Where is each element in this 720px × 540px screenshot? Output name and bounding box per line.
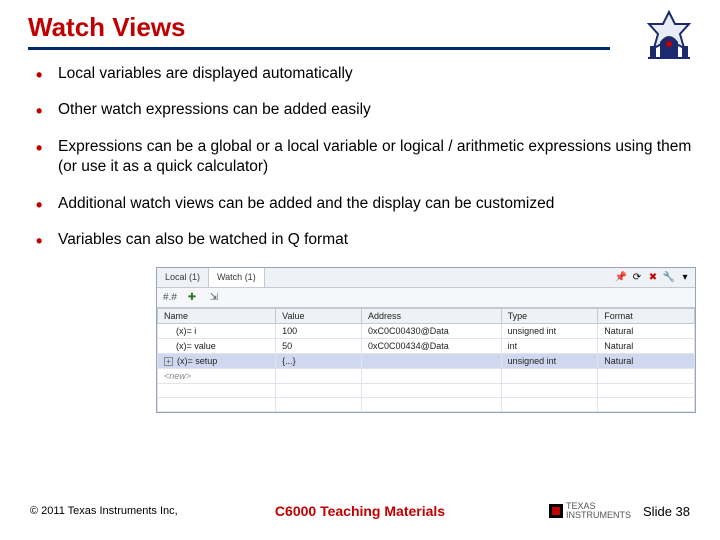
bullet-item: Other watch expressions can be added eas… — [36, 100, 692, 120]
cell-format[interactable]: Natural — [598, 323, 695, 338]
title-rule — [28, 47, 610, 50]
tab-local[interactable]: Local (1) — [157, 268, 209, 287]
table-row[interactable]: <new> — [158, 368, 695, 383]
col-name[interactable]: Name — [158, 308, 276, 323]
brand-line-2: INSTRUMENTS — [566, 511, 631, 520]
cell-type: unsigned int — [501, 323, 598, 338]
watch-panel: Local (1) Watch (1) 📌 ⟳ ✖ 🔧 ▾ #.# ✚ ⇲ Na… — [156, 267, 696, 413]
table-row[interactable]: +(x)= setup {...} unsigned int Natural — [158, 353, 695, 368]
tab-watch[interactable]: Watch (1) — [209, 268, 265, 287]
table-row[interactable]: (x)= value 50 0xC0C00434@Data int Natura… — [158, 338, 695, 353]
cell-format[interactable]: Natural — [598, 353, 695, 368]
refresh-icon[interactable]: ⟳ — [631, 271, 643, 283]
cell-name[interactable]: (x)= i — [158, 323, 276, 338]
cell-value[interactable]: 50 — [276, 338, 362, 353]
bullet-item: Additional watch views can be added and … — [36, 194, 692, 214]
cell-value[interactable]: {...} — [276, 353, 362, 368]
slide-footer: © 2011 Texas Instruments Inc, C6000 Teac… — [0, 502, 720, 520]
collapse-icon[interactable]: ⇲ — [207, 290, 221, 304]
cell-address: 0xC0C00430@Data — [362, 323, 502, 338]
table-row — [158, 397, 695, 411]
cell-format[interactable] — [598, 368, 695, 383]
university-logo — [640, 6, 698, 69]
cell-address: 0xC0C00434@Data — [362, 338, 502, 353]
table-header-row: Name Value Address Type Format — [158, 308, 695, 323]
add-icon[interactable]: ✚ — [185, 290, 199, 304]
format-icon[interactable]: #.# — [163, 290, 177, 304]
expand-icon[interactable]: + — [164, 357, 173, 366]
cell-name[interactable]: (x)= value — [158, 338, 276, 353]
col-type[interactable]: Type — [501, 308, 598, 323]
slide-number: Slide 38 — [643, 504, 690, 519]
copyright: © 2011 Texas Instruments Inc, — [30, 505, 178, 517]
watch-table: Name Value Address Type Format (x)= i 10… — [157, 308, 695, 412]
cell-name[interactable]: +(x)= setup — [158, 353, 276, 368]
table-row — [158, 383, 695, 397]
table-row[interactable]: (x)= i 100 0xC0C00430@Data unsigned int … — [158, 323, 695, 338]
panel-tabs: Local (1) Watch (1) 📌 ⟳ ✖ 🔧 ▾ — [157, 268, 695, 288]
cell-address — [362, 368, 502, 383]
bullet-item: Variables can also be watched in Q forma… — [36, 230, 692, 250]
slide-title: Watch Views — [28, 12, 692, 43]
panel-toolbar: #.# ✚ ⇲ — [157, 288, 695, 308]
cell-type: unsigned int — [501, 353, 598, 368]
bullet-item: Local variables are displayed automatica… — [36, 64, 692, 84]
col-address[interactable]: Address — [362, 308, 502, 323]
cell-type — [501, 368, 598, 383]
course-title: C6000 Teaching Materials — [275, 503, 445, 519]
bullet-item: Expressions can be a global or a local v… — [36, 137, 692, 178]
menu-icon[interactable]: ▾ — [679, 271, 691, 283]
cell-type: int — [501, 338, 598, 353]
col-value[interactable]: Value — [276, 308, 362, 323]
cell-value[interactable]: 100 — [276, 323, 362, 338]
ti-chip-icon — [549, 504, 563, 518]
pin-icon[interactable]: 📌 — [615, 271, 627, 283]
ti-logo: TEXAS INSTRUMENTS — [549, 502, 631, 520]
col-format[interactable]: Format — [598, 308, 695, 323]
tools-icon[interactable]: 🔧 — [663, 271, 675, 283]
bullet-list: Local variables are displayed automatica… — [28, 64, 692, 251]
cancel-icon[interactable]: ✖ — [647, 271, 659, 283]
cell-address — [362, 353, 502, 368]
cell-value[interactable] — [276, 368, 362, 383]
cell-format[interactable]: Natural — [598, 338, 695, 353]
cell-new[interactable]: <new> — [158, 368, 276, 383]
